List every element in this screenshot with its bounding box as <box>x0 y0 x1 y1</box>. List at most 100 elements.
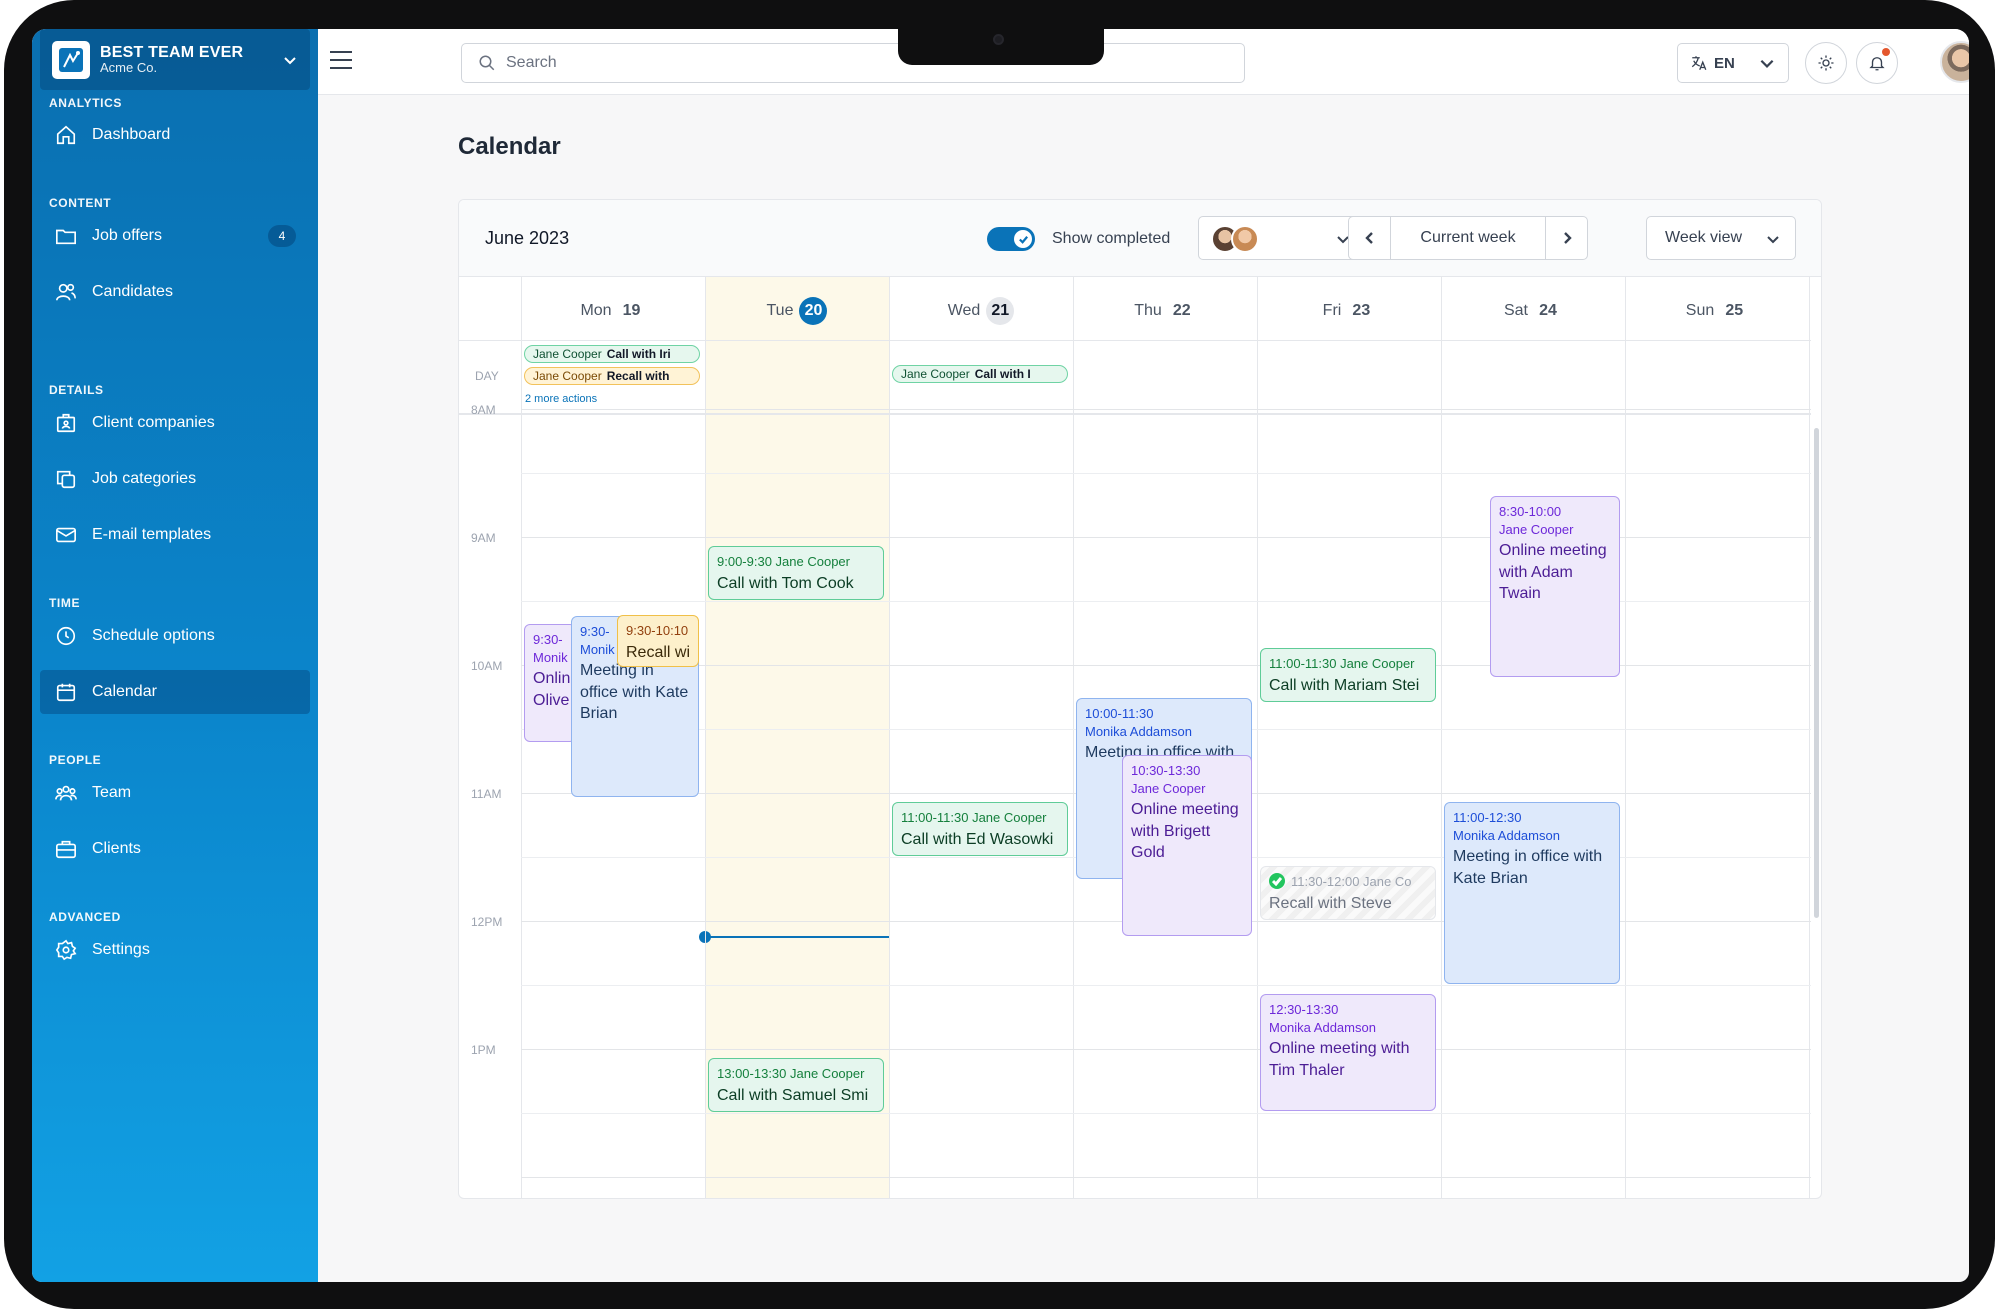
view-mode-select[interactable]: Week view <box>1646 216 1796 260</box>
event-title: Call with Samuel Smi <box>717 1086 869 1104</box>
event-owner: Jane Cooper <box>1131 780 1206 796</box>
hour-label: 11AM <box>471 787 502 801</box>
team-icon <box>54 781 78 805</box>
sidebar-item-label: Schedule options <box>92 627 215 644</box>
menu-toggle-icon[interactable] <box>330 51 352 71</box>
event-time: 9:30- <box>533 632 563 647</box>
sidebar-item-dashboard[interactable]: Dashboard <box>40 113 310 157</box>
sidebar-item-client-companies[interactable]: Client companies <box>40 401 310 445</box>
sidebar-item-settings[interactable]: Settings <box>40 928 310 972</box>
team-company: Acme Co. <box>100 60 158 76</box>
calendar-event[interactable]: 9:30- Monik Onlin Olive <box>524 624 576 742</box>
folder-icon <box>54 224 78 248</box>
day-header-wed[interactable]: Wed 21 <box>889 297 1073 325</box>
users-icon <box>54 280 78 304</box>
user-avatar[interactable] <box>1940 41 1969 83</box>
day-header-sun[interactable]: Sun 25 <box>1625 297 1809 325</box>
chevron-down-icon <box>284 56 296 64</box>
event-owner: Monika Addamson <box>1085 723 1192 739</box>
language-code: EN <box>1714 54 1735 72</box>
event-time: 13:00-13:30 Jane Cooper <box>717 1066 865 1081</box>
event-time: 9:30- <box>580 624 610 639</box>
search-bar[interactable] <box>461 43 1245 83</box>
sidebar-item-job-categories[interactable]: Job categories <box>40 457 310 501</box>
day-name: Sun <box>1685 302 1715 319</box>
event-time: 11:30-12:00 Jane Co <box>1291 874 1412 889</box>
topbar: EN <box>318 29 1969 95</box>
divider <box>459 413 1811 415</box>
sidebar-item-email-templates[interactable]: E-mail templates <box>40 513 310 557</box>
day-name: Wed <box>947 302 981 319</box>
hour-label: 8AM <box>471 403 496 417</box>
calendar-toolbar: June 2023 Show completed Current week We… <box>459 200 1821 277</box>
day-name: Fri <box>1322 302 1342 319</box>
calendar-event[interactable]: 10:30-13:30 Jane Cooper Online meeting wit… <box>1122 755 1252 936</box>
sidebar-item-calendar[interactable]: Calendar <box>40 670 310 714</box>
event-title: Call with Tom Cook <box>717 574 854 592</box>
people-filter-select[interactable] <box>1198 216 1366 260</box>
event-title: Call with I <box>974 367 1031 381</box>
sidebar-item-label: Dashboard <box>92 126 171 143</box>
event-time: 11:00-12:30 <box>1453 810 1522 825</box>
grid-column-line <box>1257 277 1258 1198</box>
grid-column-line <box>889 277 890 1198</box>
search-input[interactable] <box>506 54 806 72</box>
event-title: Onlin Olive <box>533 670 571 709</box>
language-select[interactable]: EN <box>1677 43 1789 83</box>
calendar-event[interactable]: 11:00-11:30 Jane Cooper Call with Mariam … <box>1260 648 1436 702</box>
notifications-button[interactable] <box>1856 42 1898 84</box>
sidebar-item-clients[interactable]: Clients <box>40 827 310 871</box>
event-owner: Jane Cooper <box>901 367 970 381</box>
camera-icon <box>993 34 1004 45</box>
more-actions-link[interactable]: 2 more actions <box>525 393 597 405</box>
device-frame: BEST TEAM EVER Acme Co. ANALYTICS Dashbo… <box>0 0 2000 1311</box>
completed-check-icon <box>1269 873 1285 889</box>
calendar-event[interactable]: 9:30-10:10 Recall wi <box>617 615 699 667</box>
event-title: Meeting in office with Kate Brian <box>580 662 689 723</box>
current-week-button[interactable]: Current week <box>1391 217 1545 259</box>
all-day-event[interactable]: Jane Cooper Call with Iri <box>524 345 700 363</box>
current-month: June 2023 <box>485 228 570 248</box>
previous-week-button[interactable] <box>1349 217 1391 259</box>
all-day-event[interactable]: Jane Cooper Call with I <box>892 365 1068 383</box>
sidebar-item-schedule-options[interactable]: Schedule options <box>40 614 310 658</box>
event-title: Online meeting with Brigett Gold <box>1131 801 1239 862</box>
calendar-event[interactable]: 8:30-10:00 Jane Cooper Online meeting with… <box>1490 496 1620 677</box>
event-owner: Monika Addamson <box>1453 827 1560 843</box>
day-header-thu[interactable]: Thu 22 <box>1073 297 1257 325</box>
calendar-event[interactable]: 9:00-9:30 Jane Cooper Call with Tom Cook <box>708 546 884 600</box>
event-title: Recall wi <box>626 643 691 661</box>
day-header-sat[interactable]: Sat 24 <box>1441 297 1625 325</box>
next-week-button[interactable] <box>1545 217 1587 259</box>
event-time: 9:30-10:10 <box>626 623 689 638</box>
day-header-tue[interactable]: Tue 20 <box>705 297 889 325</box>
sidebar-item-label: Candidates <box>92 283 173 300</box>
grid-row-line <box>521 1049 1811 1050</box>
mail-icon <box>54 523 78 547</box>
day-header-mon[interactable]: Mon 19 <box>521 297 705 325</box>
page-title: Calendar <box>458 133 561 160</box>
show-completed-toggle[interactable] <box>987 227 1035 251</box>
event-title: Online meeting with Adam Twain <box>1499 542 1607 603</box>
sidebar-item-candidates[interactable]: Candidates <box>40 270 310 314</box>
grid-column-line <box>705 277 706 1198</box>
calendar-event[interactable]: 11:00-11:30 Jane Cooper Call with Ed Waso… <box>892 802 1068 856</box>
day-number: 24 <box>1539 302 1557 319</box>
sidebar-item-label: Job offers <box>92 227 162 244</box>
grid-column-line <box>1809 277 1810 1198</box>
completed-event[interactable]: 11:30-12:00 Jane Co Recall with Steve <box>1260 866 1436 920</box>
all-day-event[interactable]: Jane Cooper Recall with <box>524 367 700 385</box>
sidebar-item-team[interactable]: Team <box>40 771 310 815</box>
calendar-event[interactable]: 12:30-13:30 Monika Addamson Online meeting… <box>1260 994 1436 1111</box>
sidebar-item-job-offers[interactable]: Job offers 4 <box>40 214 310 258</box>
calendar-event[interactable]: 11:00-12:30 Monika Addamson Meeting in off… <box>1444 802 1620 984</box>
day-header-fri[interactable]: Fri 23 <box>1257 297 1441 325</box>
calendar-event[interactable]: 13:00-13:30 Jane Cooper Call with Samuel … <box>708 1058 884 1112</box>
grid-scrollbar[interactable] <box>1814 428 1819 918</box>
theme-toggle-button[interactable] <box>1805 42 1847 84</box>
grid-row-line <box>521 1113 1811 1114</box>
nav-section-content: CONTENT <box>49 196 112 210</box>
grid-row-line <box>521 409 1811 410</box>
sidebar-item-label: Team <box>92 784 132 801</box>
team-switcher[interactable]: BEST TEAM EVER Acme Co. <box>40 29 310 90</box>
